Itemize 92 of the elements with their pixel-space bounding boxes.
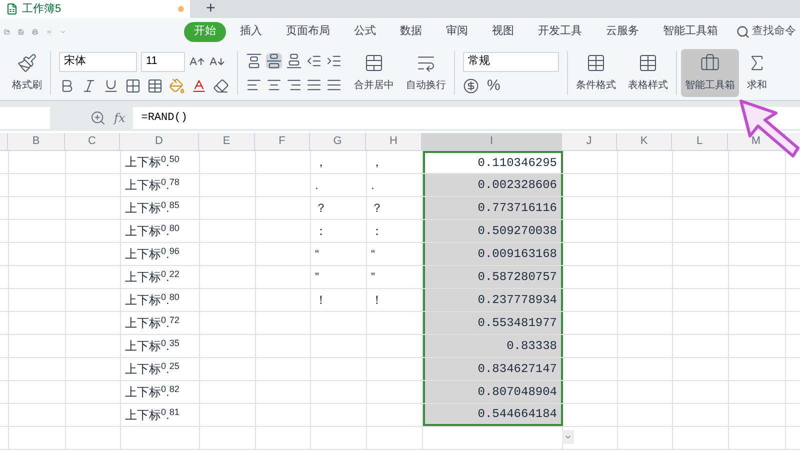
currency-icon[interactable] [463, 78, 479, 94]
table-icon [638, 52, 658, 72]
font-color-icon[interactable] [191, 78, 207, 94]
fx-label: fx [114, 110, 126, 127]
table-cell: 上下标$^{0}$.$^{22}$ [125, 268, 180, 286]
table-cell-text: . [371, 177, 374, 194]
formula-field[interactable]: =RAND() [133, 107, 800, 129]
table-cell-text: ” [315, 269, 319, 286]
table-cell-text: 0.544664184 [478, 406, 557, 423]
align-bottom-icon[interactable] [286, 52, 302, 68]
table-cell: 上下标$^{0}$.$^{85}$ [125, 199, 180, 217]
table-cell-text: 0.553481977 [478, 315, 557, 332]
table-cell-text: 0.83338 [506, 338, 557, 355]
table-cell: 上下标$^{0}$.$^{78}$ [125, 176, 180, 194]
merge-center-button[interactable]: 合并居中 [350, 48, 398, 96]
table-cell-text: 0.009163168 [478, 246, 557, 263]
column-header[interactable]: D [120, 133, 199, 150]
ribbon-tab[interactable]: 开发工具 [528, 22, 592, 42]
table-cell-text: “ [371, 246, 375, 263]
ribbon-tab[interactable]: 审阅 [436, 22, 478, 42]
table-cell-text: ， [315, 154, 327, 171]
table-cell-text: 0.237778934 [478, 292, 557, 309]
table-cell: 上下标$^{0}$.$^{35}$ [125, 337, 180, 355]
cell-format-icon[interactable] [147, 78, 163, 94]
briefcase-icon [700, 52, 720, 72]
column-header[interactable]: K [617, 133, 672, 150]
percent-button[interactable]: % [487, 78, 500, 94]
font-size-field[interactable]: 11 [141, 52, 185, 72]
table-cell-text: ” [371, 269, 375, 286]
table-cell-text: 0.110346295 [478, 155, 557, 172]
table-cell-text: 0.002328606 [478, 177, 557, 194]
table-cell-text: ： [315, 223, 327, 240]
fill-color-icon[interactable] [169, 78, 185, 94]
column-header[interactable]: E [199, 133, 255, 150]
table-cell: 上下标$^{0}$.$^{96}$ [125, 245, 180, 263]
table-cell: 上下标$^{0}$.$^{50}$ [125, 153, 180, 171]
table-cell-text: ！ [371, 292, 383, 309]
ribbon-tab[interactable]: 公式 [344, 22, 386, 42]
format-painter-button[interactable]: 格式刷 [8, 48, 46, 96]
column-header[interactable]: C [65, 133, 120, 150]
table-cell: 上下标$^{0}$.$^{80}$ [125, 291, 180, 309]
table-cell-text: 0.773716116 [478, 200, 557, 217]
document-title: 工作簿5 [22, 2, 62, 17]
table-cell: 上下标$^{0}$.$^{72}$ [125, 314, 180, 332]
ribbon-tab[interactable]: 智能工具箱 [653, 22, 728, 42]
table-icon [586, 52, 606, 72]
wrap-text-button[interactable]: 自动换行 [402, 48, 450, 96]
font-name-field[interactable]: 宋体 [59, 52, 137, 72]
ribbon-tab[interactable]: 数据 [390, 22, 432, 42]
table-cell-text: “ [315, 246, 319, 263]
paintbrush-icon [17, 52, 37, 72]
merge-cells-icon [364, 52, 384, 72]
ribbon-tab[interactable]: 视图 [482, 22, 524, 42]
table-cell-text: ！ [315, 292, 327, 309]
sum-button[interactable]: 求和 [743, 48, 771, 96]
spreadsheet-icon [6, 3, 18, 15]
table-cell-text: ， [371, 154, 383, 171]
search-icon [736, 24, 750, 38]
border-icon[interactable] [125, 78, 141, 94]
conditional-format-button[interactable]: 条件格式 [572, 48, 620, 96]
column-header[interactable]: G [310, 133, 366, 150]
search-field[interactable]: 查找命令 [736, 23, 796, 40]
table-cell: 上下标$^{0}$.$^{82}$ [125, 383, 180, 401]
eraser-icon[interactable] [213, 78, 229, 94]
ribbon-tab[interactable]: 页面布局 [276, 22, 340, 42]
column-header[interactable]: J [562, 133, 617, 150]
column-header[interactable]: B [8, 133, 65, 150]
table-cell: 上下标$^{0}$.$^{81}$ [125, 406, 180, 424]
table-cell-text: . [315, 177, 318, 194]
ribbon-tab[interactable]: 插入 [230, 22, 272, 42]
zoom-icon[interactable] [90, 110, 106, 126]
table-cell: 上下标$^{0}$.$^{80}$ [125, 222, 180, 240]
align-top-icon[interactable] [246, 52, 262, 68]
ribbon-tab[interactable]: 云服务 [596, 22, 649, 42]
table-cell-text: 0.587280757 [478, 269, 557, 286]
number-format-field[interactable]: 常规 [463, 52, 559, 72]
table-cell-text: ： [371, 223, 383, 240]
column-header[interactable]: L [672, 133, 728, 150]
table-cell-text: 0.807048904 [478, 384, 557, 401]
table-cell-text: ？ [315, 200, 327, 217]
table-cell-text: 0.834627147 [478, 361, 557, 378]
align-middle-icon[interactable] [266, 52, 282, 68]
new-tab-button[interactable]: + [202, 0, 220, 18]
table-style-button[interactable]: 表格样式 [624, 48, 672, 96]
table-cell: 上下标$^{0}$.$^{25}$ [125, 360, 180, 378]
table-cell-text: ？ [371, 200, 383, 217]
document-tab[interactable]: 工作簿5 [0, 0, 190, 18]
toolbox-button[interactable]: 智能工具箱 [681, 48, 739, 96]
column-header[interactable]: F [255, 133, 310, 150]
italic-icon[interactable] [81, 78, 97, 94]
table-cell-text: 0.509270038 [478, 223, 557, 240]
underline-icon[interactable] [103, 78, 119, 94]
